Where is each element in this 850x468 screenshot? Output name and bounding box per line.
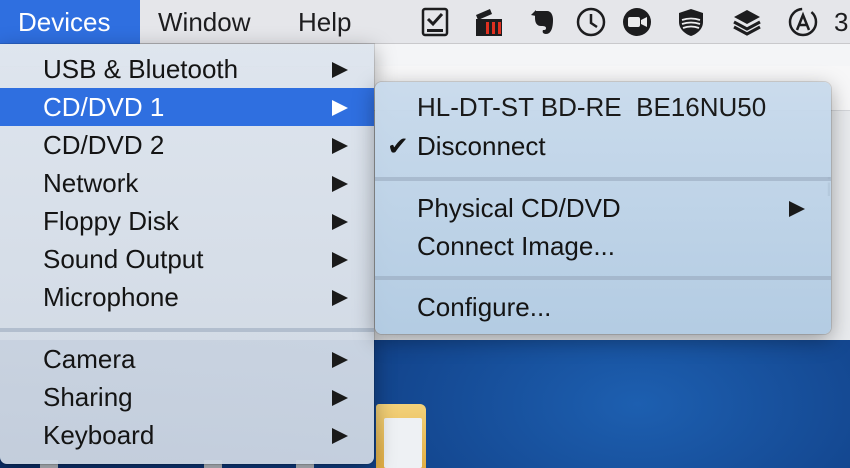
menu-item-disconnect[interactable]: ✔ Disconnect [375, 127, 831, 165]
devices-menu: USB & Bluetooth CD/DVD 1 CD/DVD 2 Networ… [0, 44, 374, 464]
menu-item-label: Network [43, 168, 139, 198]
checkmark-icon: ✔ [387, 131, 409, 161]
menu-item-keyboard[interactable]: Keyboard [0, 416, 374, 454]
menu-item-label: Physical CD/DVD [417, 193, 621, 223]
menu-item-label: Connect Image... [417, 231, 615, 261]
submenu-arrow-icon [332, 62, 348, 78]
zoom-video-icon[interactable] [620, 5, 654, 39]
menu-item-configure[interactable]: Configure... [375, 288, 831, 326]
submenu-arrow-icon [332, 252, 348, 268]
parallels-icon[interactable] [472, 5, 506, 39]
menu-item-sharing[interactable]: Sharing [0, 378, 374, 416]
submenu-arrow-icon [332, 138, 348, 154]
menu-item-cd-dvd-2[interactable]: CD/DVD 2 [0, 126, 374, 164]
menu-item-label: Sharing [43, 382, 133, 412]
menu-item-usb-bluetooth[interactable]: USB & Bluetooth [0, 50, 374, 88]
menu-item-network[interactable]: Network [0, 164, 374, 202]
menu-devices[interactable]: Devices [0, 0, 140, 44]
menu-item-camera[interactable]: Camera [0, 340, 374, 378]
folder-icon[interactable] [376, 404, 426, 468]
menu-item-floppy-disk[interactable]: Floppy Disk [0, 202, 374, 240]
menu-separator [0, 328, 374, 332]
menu-item-sound-output[interactable]: Sound Output [0, 240, 374, 278]
cd-dvd-1-submenu: HL-DT-ST BD-RE BE16NU50 ✔ Disconnect Phy… [375, 82, 831, 334]
submenu-arrow-icon [332, 176, 348, 192]
menu-item-physical-cd-dvd[interactable]: Physical CD/DVD [375, 189, 831, 227]
menu-item-label: Keyboard [43, 420, 155, 450]
menu-item-label: Sound Output [43, 244, 204, 274]
submenu-arrow-icon [332, 352, 348, 368]
evernote-icon[interactable] [526, 5, 560, 39]
submenu-arrow-icon [332, 390, 348, 406]
status-text: 3 [834, 7, 849, 37]
menu-item-label: USB & Bluetooth [43, 54, 239, 84]
menu-item-label: Microphone [43, 282, 179, 312]
device-name: HL-DT-ST BD-RE BE16NU50 [417, 92, 767, 122]
menu-item-label: Camera [43, 344, 136, 374]
menu-separator [375, 276, 831, 280]
vpn-shield-icon[interactable] [674, 5, 708, 39]
submenu-arrow-icon [332, 100, 348, 116]
menu-item-microphone[interactable]: Microphone [0, 278, 374, 316]
submenu-arrow-icon [332, 214, 348, 230]
submenu-arrow-icon [789, 201, 805, 217]
menu-separator [375, 177, 831, 181]
menu-help[interactable]: Help [280, 0, 369, 44]
menu-item-label: Configure... [417, 292, 552, 322]
menu-item-connect-image[interactable]: Connect Image... [375, 227, 831, 265]
menu-window[interactable]: Window [140, 0, 268, 44]
menu-bar: Devices Window Help 3 [0, 0, 850, 44]
submenu-arrow-icon [332, 428, 348, 444]
menu-item-label: Disconnect [417, 131, 546, 161]
device-name-label: HL-DT-ST BD-RE BE16NU50 [375, 88, 831, 126]
menu-item-cd-dvd-1[interactable]: CD/DVD 1 [0, 88, 374, 126]
accessibility-icon[interactable] [786, 5, 820, 39]
submenu-arrow-icon [332, 290, 348, 306]
menu-item-label: Floppy Disk [43, 206, 179, 236]
checklist-icon[interactable] [418, 5, 452, 39]
menu-item-label: CD/DVD 2 [43, 130, 165, 160]
clock-icon[interactable] [574, 5, 608, 39]
layers-icon[interactable] [730, 5, 764, 39]
menu-item-label: CD/DVD 1 [43, 92, 165, 122]
